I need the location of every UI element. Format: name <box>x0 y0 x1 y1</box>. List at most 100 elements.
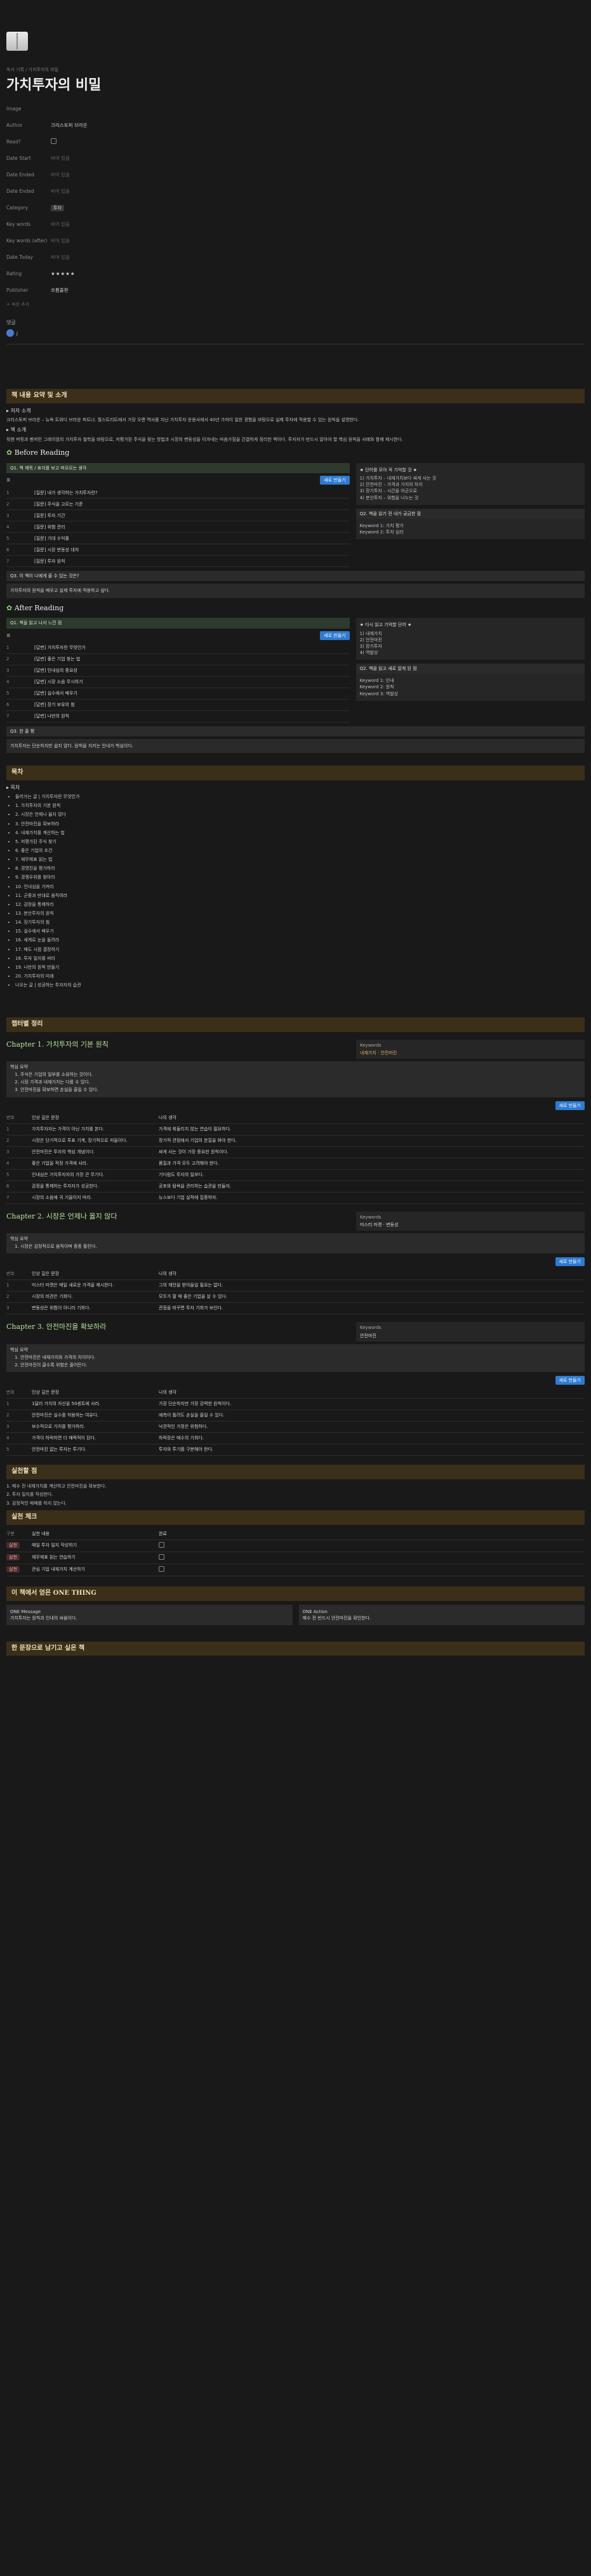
col-header[interactable]: 나의 생각 <box>159 1389 585 1396</box>
table-row[interactable]: 3 변동성은 위험이 아니라 기회다. 관점을 바꾸면 투자 기회가 보인다. <box>6 1303 585 1315</box>
prop-rating[interactable]: Rating ★★★★★ <box>6 266 585 282</box>
col-header[interactable]: 인상 깊은 문장 <box>32 1271 159 1277</box>
after-db-title: Q1. 책을 읽고 나서 느낀 점 <box>6 618 350 629</box>
todo-text: 관심 기업 내재가치 계산하기 <box>32 1567 85 1572</box>
page-title[interactable]: 가치투자의 비밀 <box>6 75 585 96</box>
prop-date-ended-2[interactable]: Date Ended 비어 있음 <box>6 183 585 200</box>
table-row[interactable]: 실천 재무제표 읽는 연습하기 <box>6 1552 585 1565</box>
chapter-keywords: Keywords 안전마진 <box>356 1322 585 1342</box>
table-view-tab[interactable]: 표 <box>6 632 10 639</box>
toc-toggle[interactable]: ▸ 목차 <box>6 784 585 792</box>
toc-item: 15. 실수에서 배우기 <box>15 928 585 934</box>
table-row[interactable]: 4 좋은 기업을 적정 가격에 사라. 품질과 가격 모두 고려해야 한다. <box>6 1158 585 1170</box>
table-row[interactable]: 3 [답변] 인내심의 중요성 <box>6 665 350 677</box>
table-row[interactable]: 2 [질문] 주식을 고르는 기준 <box>6 499 350 511</box>
table-row[interactable]: 6 감정을 통제하는 투자자가 성공한다. 공포와 탐욕을 관리하는 습관을 만들자… <box>6 1181 585 1193</box>
prop-author[interactable]: Author 크리스토퍼 브라운 <box>6 117 585 134</box>
prop-read[interactable]: Read? <box>6 134 585 150</box>
table-view-tab[interactable]: 표 <box>6 477 10 483</box>
after-q3-answer[interactable]: 가치투자는 단순하지만 쉽지 않다. 원칙을 지키는 인내가 핵심이다. <box>6 738 585 754</box>
col-header[interactable]: 나의 생각 <box>159 1115 585 1121</box>
table-row[interactable]: 1 [질문] 내가 생각하는 가치투자란? <box>6 487 350 499</box>
one-message-label: ONE Message <box>10 1609 41 1614</box>
row-title: [답변] 실수에서 배우기 <box>34 691 77 696</box>
table-row[interactable]: 6 [답변] 장기 보유의 힘 <box>6 700 350 711</box>
table-row[interactable]: 4 가격이 하락하면 더 매력적이 된다. 하락장은 매수의 기회다. <box>6 1433 585 1445</box>
col-header[interactable]: 번호 <box>6 1115 32 1121</box>
table-row[interactable]: 3 보수적으로 가치를 평가하라. 낙관적인 가정은 위험하다. <box>6 1422 585 1434</box>
table-row[interactable]: 1 가치투자자는 가격이 아닌 가치를 본다. 가격에 휘둘리지 않는 연습이 필요… <box>6 1124 585 1135</box>
new-button[interactable]: 새로 만들기 <box>555 1376 585 1385</box>
after-vocab-box: ★ 다시 읽고 기억할 단어 ★ 1) 내재가치 2) 안전마진 3) 장기투자… <box>355 618 585 660</box>
table-row[interactable]: 실천 매일 투자 일지 작성하기 <box>6 1540 585 1552</box>
row-no: 5 <box>6 1447 10 1453</box>
add-property-button[interactable]: + 속성 추가 <box>6 301 585 308</box>
col-header[interactable]: 나의 생각 <box>159 1271 585 1277</box>
table-row[interactable]: 4 [질문] 위험 관리 <box>6 521 350 533</box>
prop-image[interactable]: Image <box>6 101 585 117</box>
table-row[interactable]: 7 시장의 소음에 귀 기울이지 마라. 뉴스보다 기업 실적에 집중하자. <box>6 1193 585 1204</box>
table-row[interactable]: 2 안전마진은 실수를 허용하는 여유다. 예측이 틀려도 손실을 줄일 수 있다. <box>6 1410 585 1422</box>
table-row[interactable]: 2 시장은 단기적으로 투표 기계, 장기적으로 저울이다. 장기적 관점에서 기업… <box>6 1135 585 1147</box>
breadcrumb[interactable]: 독서 기록 / 가지투자의 비밀 <box>6 67 585 73</box>
table-row[interactable]: 2 [답변] 좋은 기업 찾는 법 <box>6 654 350 665</box>
table-row[interactable]: 7 [질문] 투자 원칙 <box>6 556 350 568</box>
before-q3-answer[interactable]: 가치투자의 원칙을 배우고 실제 투자에 적용하고 싶다. <box>6 584 585 598</box>
row-thought: 모두가 팔 때 좋은 기업을 살 수 있다. <box>159 1294 227 1300</box>
before-reading-heading: ✿ Before Reading <box>6 448 585 458</box>
prop-keywords-after[interactable]: Key words (after) 비어 있음 <box>6 233 585 249</box>
prop-category[interactable]: Category 투자 <box>6 200 585 216</box>
new-button[interactable]: 새로 만들기 <box>555 1101 585 1110</box>
table-row[interactable]: 7 [답변] 나만의 원칙 <box>6 711 350 722</box>
table-row[interactable]: 3 [질문] 투자 기간 <box>6 510 350 522</box>
table-row[interactable]: 5 인내심은 가치투자자의 가장 큰 무기다. 기다림도 투자의 일부다. <box>6 1170 585 1181</box>
row-no: 4 <box>6 679 10 685</box>
row-thought: 투자와 투기를 구분해야 한다. <box>159 1447 214 1453</box>
todo-checkbox[interactable] <box>159 1553 164 1560</box>
table-row[interactable]: 실천 관심 기업 내재가치 계산하기 <box>6 1564 585 1577</box>
table-row[interactable]: 5 [질문] 기대 수익률 <box>6 533 350 545</box>
new-button[interactable]: 새로 만들기 <box>555 1257 585 1267</box>
prop-date-ended[interactable]: Date Ended 비어 있음 <box>6 167 585 183</box>
table-row[interactable]: 5 안전마진 없는 투자는 투기다. 투자와 투기를 구분해야 한다. <box>6 1444 585 1456</box>
table-row[interactable]: 4 [답변] 시장 소음 무시하기 <box>6 677 350 688</box>
prop-date-start[interactable]: Date Start 비어 있음 <box>6 150 585 167</box>
row-no: 2 <box>6 501 10 507</box>
col-header[interactable]: 완료 <box>159 1531 585 1537</box>
todo-checkbox[interactable] <box>159 1566 164 1572</box>
table-row[interactable]: 2 시장의 비관은 기회다. 모두가 팔 때 좋은 기업을 살 수 있다. <box>6 1291 585 1304</box>
table-row[interactable]: 1 미스터 마켓은 매일 새로운 가격을 제시한다. 그의 제안을 받아들일 필요는… <box>6 1280 585 1292</box>
prop-publisher[interactable]: Publisher 흐름출판 <box>6 282 585 299</box>
col-header[interactable]: 번호 <box>6 1271 32 1277</box>
table-row[interactable]: 1 [답변] 가치투자란 무엇인가 <box>6 643 350 654</box>
read-checkbox[interactable] <box>51 138 56 144</box>
prop-date-today[interactable]: Date Today 비어 있음 <box>6 249 585 266</box>
vocab-title: ★ 다시 읽고 기억할 단어 ★ <box>359 622 412 628</box>
chapter-title: Chapter 1. 가치투자의 기본 원칙 <box>6 1040 109 1049</box>
table-row[interactable]: 6 [질문] 시장 변동성 대처 <box>6 544 350 556</box>
toc-item: 들어가는 글 | 가치투자란 무엇인가 <box>15 794 585 800</box>
row-no: 1 <box>6 645 10 651</box>
col-header[interactable]: 구분 <box>6 1531 32 1537</box>
new-button[interactable]: 새로 만들기 <box>320 631 350 640</box>
col-header[interactable]: 인상 깊은 문장 <box>32 1115 159 1121</box>
row-title: [답변] 가치투자란 무엇인가 <box>34 645 86 651</box>
row-no: 2 <box>6 1413 10 1418</box>
new-button[interactable]: 새로 만들기 <box>320 476 350 485</box>
table-row[interactable]: 1 1달러 가치의 자산을 50센트에 사라. 가장 단순하지만 가장 강력한 원칙… <box>6 1399 585 1411</box>
row-no: 6 <box>6 547 10 552</box>
col-header[interactable]: 실천 내용 <box>32 1531 159 1537</box>
book-icon[interactable] <box>6 32 28 51</box>
prop-keywords[interactable]: Key words 비어 있음 <box>6 216 585 233</box>
table-row[interactable]: 3 안전마진은 투자의 핵심 개념이다. 싸게 사는 것이 가장 중요한 원칙이다. <box>6 1147 585 1158</box>
before-q3-title: Q3. 이 책이 나에게 줄 수 있는 것은? <box>6 571 585 582</box>
author-toggle[interactable]: ▸ 저자 소개 <box>6 407 585 415</box>
after-q3: Q3. 한 줄 평 가치투자는 단순하지만 쉽지 않다. 원칙을 지키는 인내가… <box>6 726 585 754</box>
col-header[interactable]: 번호 <box>6 1389 32 1396</box>
todo-checkbox[interactable] <box>159 1541 164 1548</box>
after-q2-box: Keyword 1: 인내 Keyword 2: 원칙 Keyword 3: 역… <box>355 674 585 701</box>
book-intro-toggle[interactable]: ▸ 책 소개 <box>6 426 585 434</box>
table-row[interactable]: 5 [답변] 실수에서 배우기 <box>6 688 350 700</box>
comment-input[interactable]: J <box>6 329 585 338</box>
col-header[interactable]: 인상 깊은 문장 <box>32 1389 159 1396</box>
